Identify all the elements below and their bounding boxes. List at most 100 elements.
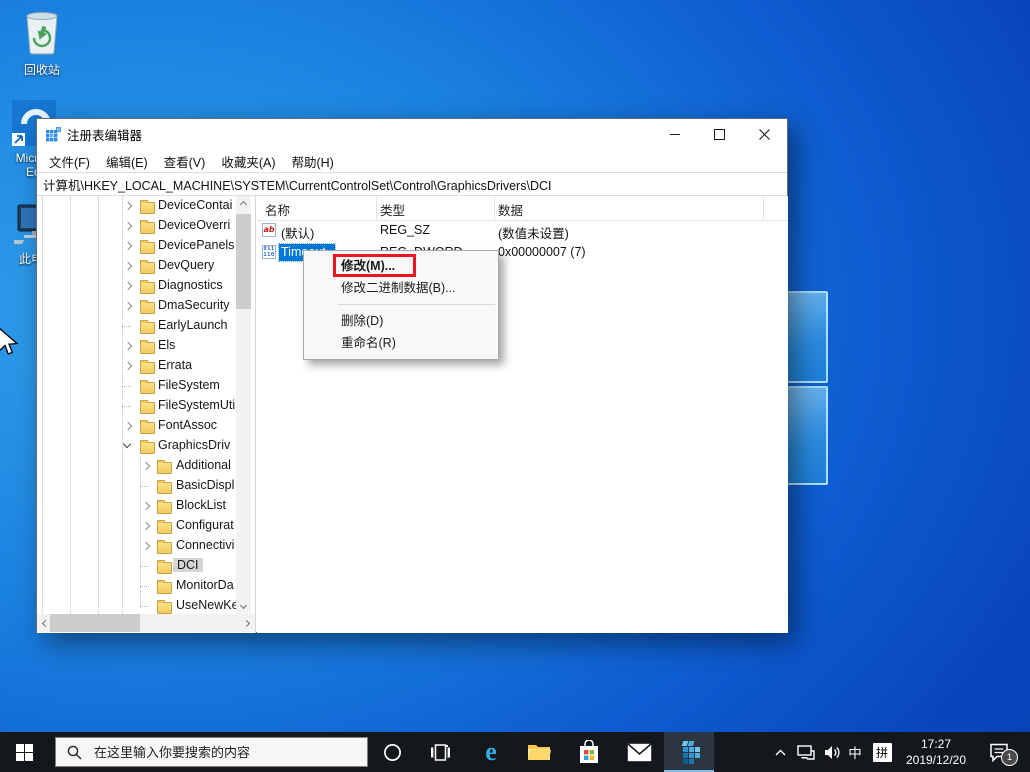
taskbar-search-box[interactable] [55,737,368,767]
desktop-icon-recycle-bin[interactable]: 回收站 [0,6,84,78]
chevron-right-icon[interactable] [141,541,151,551]
context-menu-item-重命名(R)[interactable]: 重命名(R) [304,332,498,354]
tree-item-Additional[interactable]: Additional [37,456,255,476]
cortana-button[interactable] [372,732,412,772]
tree-item-DevQuery[interactable]: DevQuery [37,256,255,276]
chevron-right-icon[interactable] [123,301,133,311]
tree-item-MonitorDa[interactable]: MonitorDa [37,576,255,596]
folder-icon [140,420,155,434]
tree-item-DevicePanels[interactable]: DevicePanels [37,236,255,256]
taskbar-edge-button[interactable]: e [470,732,512,772]
tree-vertical-scrollbar[interactable] [236,196,251,614]
tray-network-button[interactable] [793,732,819,772]
maximize-button[interactable] [697,119,742,150]
registry-path: 计算机\HKEY_LOCAL_MACHINE\SYSTEM\CurrentCon… [43,178,552,193]
chevron-right-icon[interactable] [123,281,133,291]
tree-item-Connectivi[interactable]: Connectivi [37,536,255,556]
search-input[interactable] [92,743,346,761]
tree-horizontal-scrollbar[interactable] [37,614,255,632]
tray-ime-mode-button[interactable]: 拼 [869,732,895,772]
values-list-header[interactable]: 名称 类型 数据 [257,196,788,221]
tree-item-BlockList[interactable]: BlockList [37,496,255,516]
folder-icon [140,400,155,414]
scroll-up-icon[interactable] [239,200,248,209]
menubar-item[interactable]: 查看(V) [156,150,214,173]
tree-item-label: UseNewKe [176,598,239,612]
task-view-button[interactable] [420,732,460,772]
tray-ime-language-button[interactable]: 中 [844,732,866,772]
tree-item-DeviceContai[interactable]: DeviceContai [37,196,255,216]
address-bar[interactable]: 计算机\HKEY_LOCAL_MACHINE\SYSTEM\CurrentCon… [37,172,787,196]
clock-time: 17:27 [920,736,952,751]
reg-sz-icon: ab [262,223,276,237]
tree-item-DeviceOverri[interactable]: DeviceOverri [37,216,255,236]
tree-item-EarlyLaunch[interactable]: EarlyLaunch [37,316,255,336]
tree-item-Errata[interactable]: Errata [37,356,255,376]
tree-item-GraphicsDriv[interactable]: GraphicsDriv [37,436,255,456]
chevron-right-icon[interactable] [123,241,133,251]
context-menu-item-修改(M)...[interactable]: 修改(M)... [304,254,498,277]
column-divider[interactable] [763,196,764,220]
column-header-数据[interactable]: 数据 [498,200,523,219]
tree-item-DmaSecurity[interactable]: DmaSecurity [37,296,255,316]
tree-item-label: DeviceOverri [158,218,231,232]
desktop-icon-label: 回收站 [23,63,60,77]
value-row-(默认)[interactable]: ab (默认) REG_SZ (数值未设置) [257,220,788,242]
tree-item-label: Els [158,338,176,352]
tree-item-FileSystemUti[interactable]: FileSystemUti [37,396,255,416]
chevron-right-icon[interactable] [123,221,133,231]
chevron-right-icon[interactable] [123,201,133,211]
tree-item-label: Configurat [176,518,234,532]
tree-item-DCI[interactable]: DCI [37,556,255,576]
folder-icon [157,540,172,554]
tray-show-hidden-icons-button[interactable] [768,732,792,772]
column-divider[interactable] [376,196,377,220]
chevron-right-icon[interactable] [123,261,133,271]
minimize-button[interactable] [652,119,697,150]
taskbar-file-explorer-button[interactable] [518,732,560,772]
tray-clock[interactable]: 17:27 2019/12/20 [898,732,974,772]
close-icon [759,129,770,140]
scroll-right-icon[interactable] [242,619,251,628]
tree-item-Configurat[interactable]: Configurat [37,516,255,536]
tree-item-label: BlockList [176,498,227,512]
folder-icon [140,200,155,214]
scrollbar-thumb[interactable] [50,614,140,632]
tree-item-label: FileSystemUti [158,398,236,412]
chevron-right-icon[interactable] [123,361,133,371]
scroll-left-icon[interactable] [41,619,50,628]
tree-item-UseNewKe[interactable]: UseNewKe [37,596,255,616]
column-header-类型[interactable]: 类型 [380,200,405,219]
start-button[interactable] [0,732,48,772]
folder-icon [140,340,155,354]
tree-item-FontAssoc[interactable]: FontAssoc [37,416,255,436]
taskbar-registry-editor-button[interactable] [664,732,714,772]
tree-item-Els[interactable]: Els [37,336,255,356]
tray-volume-button[interactable] [819,732,845,772]
taskbar-mail-button[interactable] [618,732,660,772]
taskbar-store-button[interactable] [568,732,610,772]
column-header-名称[interactable]: 名称 [265,200,290,219]
close-button[interactable] [742,119,787,150]
tree-item-Diagnostics[interactable]: Diagnostics [37,276,255,296]
action-center-button[interactable]: 1 [978,732,1020,772]
chevron-right-icon[interactable] [141,461,151,471]
chevron-right-icon[interactable] [123,421,133,431]
scrollbar-thumb[interactable] [236,214,251,309]
menubar-item[interactable]: 文件(F) [41,150,98,173]
title-bar[interactable]: 注册表编辑器 [37,119,787,150]
chevron-down-icon[interactable] [122,439,132,449]
menubar-item[interactable]: 收藏夹(A) [213,150,283,173]
folder-icon [157,580,172,594]
chevron-right-icon[interactable] [141,501,151,511]
scroll-down-icon[interactable] [239,601,248,610]
chevron-right-icon[interactable] [123,341,133,351]
menubar-item[interactable]: 帮助(H) [283,150,341,173]
tree-item-BasicDispl[interactable]: BasicDispl [37,476,255,496]
context-menu-item-删除(D)[interactable]: 删除(D) [304,310,498,332]
chevron-right-icon[interactable] [141,521,151,531]
context-menu-item-修改二进制数据(B)...[interactable]: 修改二进制数据(B)... [304,277,498,299]
column-divider[interactable] [494,196,495,220]
tree-item-FileSystem[interactable]: FileSystem [37,376,255,396]
menubar-item[interactable]: 编辑(E) [98,150,156,173]
